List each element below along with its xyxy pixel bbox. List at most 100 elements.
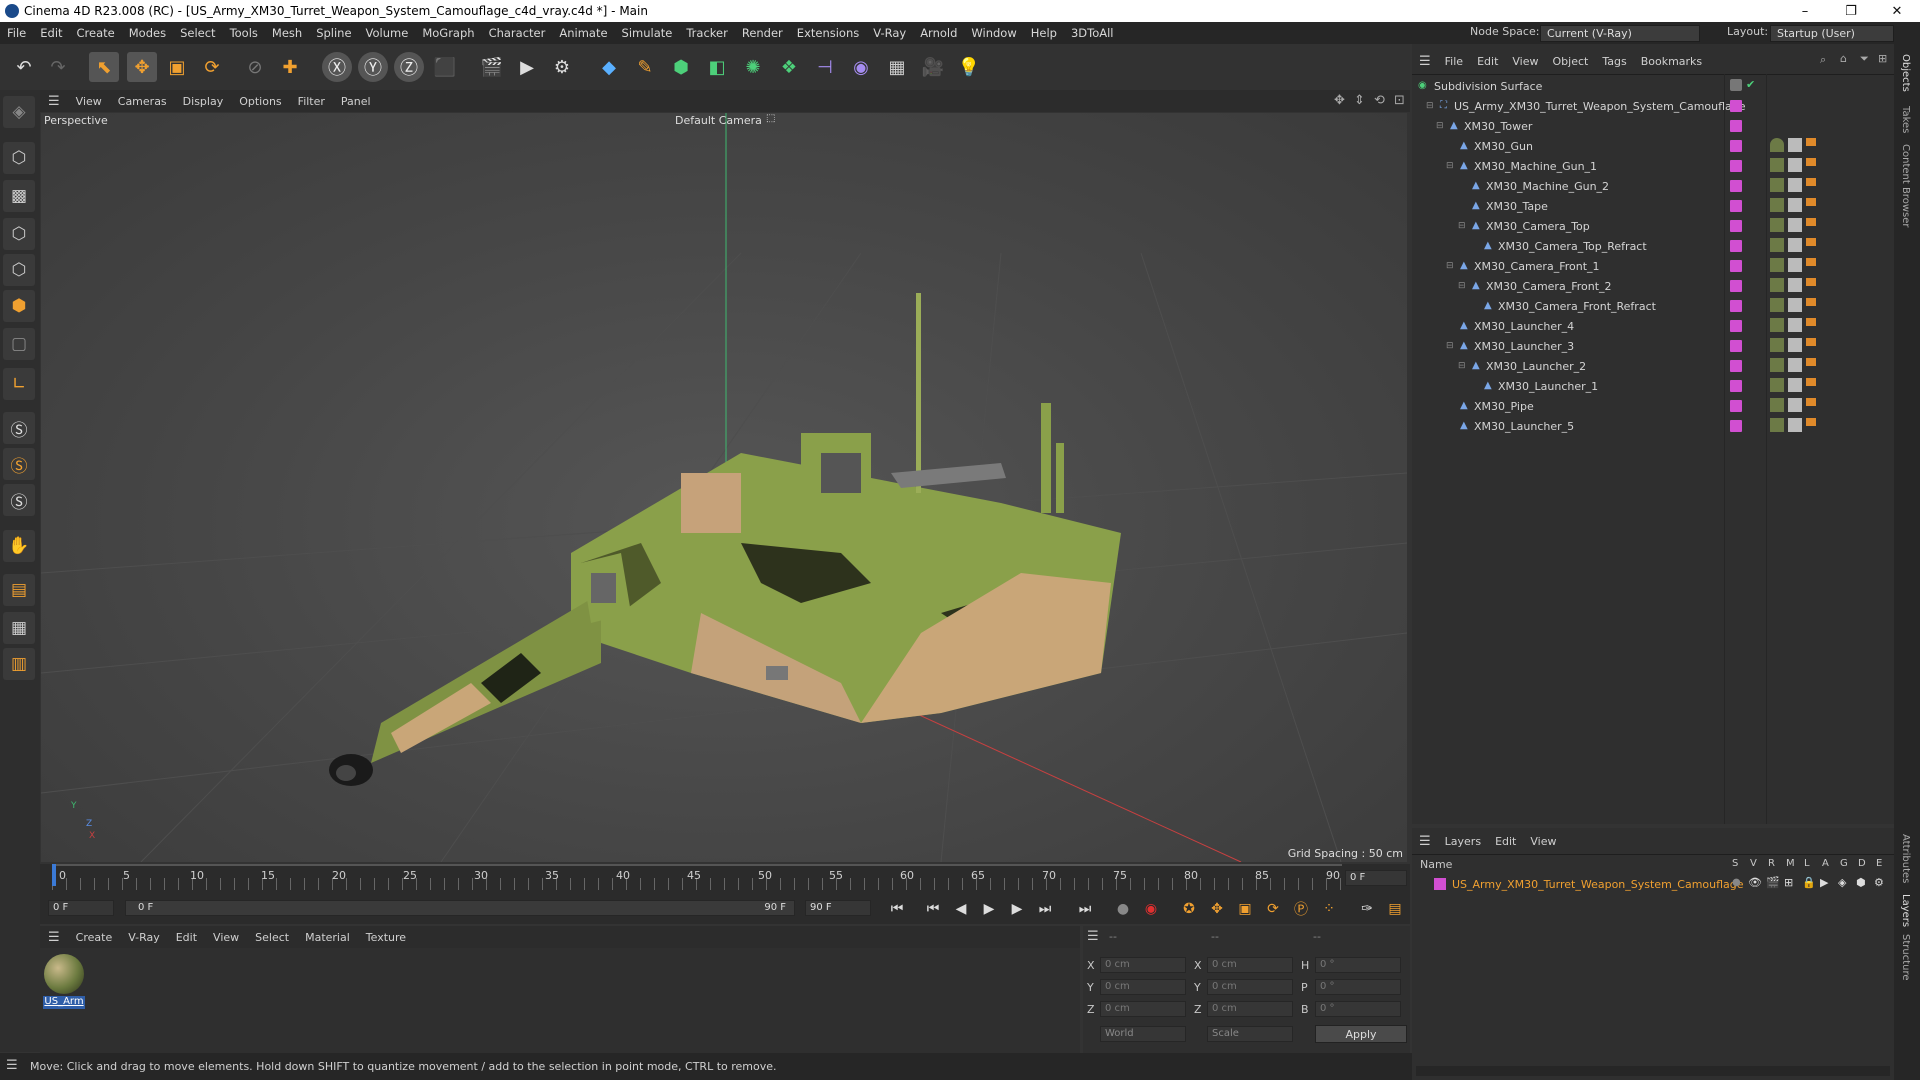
- uv-mode-icon[interactable]: ▢: [3, 328, 35, 360]
- cloner-icon[interactable]: ✺: [738, 52, 768, 82]
- tweak-icon[interactable]: ✋: [3, 530, 35, 562]
- material-thumbnail[interactable]: US_Arm: [43, 954, 85, 1010]
- close-button[interactable]: ✕: [1874, 0, 1920, 22]
- y-axis-icon[interactable]: Ⓨ: [358, 52, 388, 82]
- texture-mode-icon[interactable]: ▩: [3, 180, 35, 212]
- next-key-icon[interactable]: ⏭: [1034, 898, 1056, 920]
- layer-swatch[interactable]: [1730, 400, 1742, 412]
- menu-animate[interactable]: Animate: [552, 26, 614, 40]
- play-icon[interactable]: ▶: [978, 898, 1000, 920]
- layer-swatch[interactable]: [1730, 120, 1742, 132]
- layer-name[interactable]: US_Army_XM30_Turret_Weapon_System_Camouf…: [1452, 878, 1744, 891]
- layer-swatch[interactable]: [1730, 140, 1742, 152]
- object-menu-object[interactable]: Object: [1546, 55, 1596, 68]
- snap-icon[interactable]: Ⓢ: [3, 412, 35, 444]
- material-menu-create[interactable]: Create: [68, 931, 121, 944]
- redo-icon[interactable]: ↷: [43, 52, 73, 82]
- point-mode-icon[interactable]: ⬡: [3, 218, 35, 250]
- menu-modes[interactable]: Modes: [122, 26, 173, 40]
- coord-input-sy[interactable]: 0 cm: [1207, 979, 1293, 995]
- layer-expressions-icon[interactable]: ⚙: [1874, 876, 1884, 889]
- layer-horizontal-scrollbar[interactable]: [1416, 1066, 1890, 1076]
- record-keys-icon[interactable]: ●: [1112, 898, 1134, 920]
- material-menu-select[interactable]: Select: [247, 931, 297, 944]
- select-tool-icon[interactable]: ⬉: [89, 52, 119, 82]
- coord-input-h[interactable]: 0 °: [1315, 957, 1401, 973]
- layer-swatch[interactable]: [1730, 320, 1742, 332]
- key-pla-icon[interactable]: ⁘: [1318, 898, 1340, 920]
- menu-render[interactable]: Render: [735, 26, 790, 40]
- playhead-marker[interactable]: [52, 864, 56, 886]
- undo-icon[interactable]: ↶: [9, 52, 39, 82]
- material-hamburger-icon[interactable]: ☰: [40, 930, 68, 945]
- menu-window[interactable]: Window: [964, 26, 1023, 40]
- workplane-icon[interactable]: ▤: [3, 574, 35, 606]
- layer-animation-icon[interactable]: ▶: [1820, 876, 1828, 889]
- menu-mograph[interactable]: MoGraph: [415, 26, 481, 40]
- next-frame-icon[interactable]: ▶: [1006, 898, 1028, 920]
- polygon-mode-icon[interactable]: ⬢: [3, 290, 35, 322]
- apply-button[interactable]: Apply: [1315, 1025, 1407, 1043]
- layer-swatch[interactable]: [1730, 220, 1742, 232]
- coord-type-dropdown[interactable]: Scale: [1207, 1026, 1293, 1042]
- object-menu-tags[interactable]: Tags: [1595, 55, 1633, 68]
- coord-input-px[interactable]: 0 cm: [1100, 957, 1186, 973]
- menu-edit[interactable]: Edit: [33, 26, 69, 40]
- layer-deformers-icon[interactable]: ⬢: [1856, 876, 1866, 889]
- object-row-root[interactable]: ⊟ ⛶ US_Army_XM30_Turret_Weapon_System_Ca…: [1412, 96, 1894, 116]
- coord-input-sz[interactable]: 0 cm: [1207, 1001, 1293, 1017]
- tab-structure[interactable]: Structure: [1900, 934, 1911, 981]
- camera-icon[interactable]: 🎥: [918, 52, 948, 82]
- edge-mode-icon[interactable]: ⬡: [3, 254, 35, 286]
- deformer-icon[interactable]: ⊣: [810, 52, 840, 82]
- coord-input-b[interactable]: 0 °: [1315, 1001, 1401, 1017]
- layer-swatch[interactable]: [1730, 380, 1742, 392]
- layer-swatch[interactable]: [1730, 340, 1742, 352]
- end-frame-field[interactable]: 90 F: [805, 900, 871, 916]
- axis-mode-icon[interactable]: ∟: [3, 368, 35, 400]
- key-rotation-icon[interactable]: ⟳: [1262, 898, 1284, 920]
- layer-menu-view[interactable]: View: [1523, 835, 1563, 848]
- coord-input-p[interactable]: 0 °: [1315, 979, 1401, 995]
- menu-extensions[interactable]: Extensions: [790, 26, 866, 40]
- go-to-end-icon[interactable]: ⏭: [1074, 898, 1096, 920]
- collapse-toggle-icon[interactable]: ⊟: [1458, 281, 1466, 291]
- object-row-tower[interactable]: ⊟ ▲ XM30_Tower: [1412, 116, 1894, 136]
- collapse-toggle-icon[interactable]: ⊟: [1458, 221, 1466, 231]
- material-menu-texture[interactable]: Texture: [358, 931, 414, 944]
- object-menu-file[interactable]: File: [1438, 55, 1470, 68]
- timeline-icon[interactable]: ▤: [1384, 898, 1406, 920]
- viewport-menu-display[interactable]: Display: [175, 95, 232, 108]
- viewport-rotate-icon[interactable]: ⟲: [1374, 93, 1385, 108]
- coord-input-pz[interactable]: 0 cm: [1100, 1001, 1186, 1017]
- pen-spline-icon[interactable]: ✎: [630, 52, 660, 82]
- coord-mode-dropdown[interactable]: World: [1100, 1026, 1186, 1042]
- layer-swatch[interactable]: [1730, 280, 1742, 292]
- viewport-menu-view[interactable]: View: [68, 95, 110, 108]
- viewport-scene[interactable]: [41, 113, 1407, 862]
- collapse-toggle-icon[interactable]: ⊟: [1446, 341, 1454, 351]
- layer-swatch[interactable]: [1730, 260, 1742, 272]
- object-row-subdivision-surface[interactable]: ◉ Subdivision Surface ✔: [1412, 76, 1894, 96]
- material-menu-edit[interactable]: Edit: [168, 931, 205, 944]
- layer-swatch[interactable]: [1730, 240, 1742, 252]
- rotate-tool-icon[interactable]: ⟳: [197, 52, 227, 82]
- layout-dropdown[interactable]: Startup (User): [1770, 25, 1894, 42]
- layer-color-swatch[interactable]: [1434, 878, 1446, 890]
- viewport-menu-filter[interactable]: Filter: [290, 95, 333, 108]
- layer-swatch[interactable]: [1730, 420, 1742, 432]
- layer-swatch[interactable]: [1730, 200, 1742, 212]
- menu-mesh[interactable]: Mesh: [265, 26, 309, 40]
- layer-generators-icon[interactable]: ◈: [1838, 876, 1846, 889]
- recent-tool-icon[interactable]: ⊘: [240, 52, 270, 82]
- layer-swatch[interactable]: [1730, 180, 1742, 192]
- floor-icon[interactable]: ▦: [882, 52, 912, 82]
- z-axis-icon[interactable]: Ⓩ: [394, 52, 424, 82]
- collapse-toggle-icon[interactable]: ⊟: [1458, 361, 1466, 371]
- coord-input-sx[interactable]: 0 cm: [1207, 957, 1293, 973]
- go-to-start-icon[interactable]: ⏮: [886, 898, 908, 920]
- collapse-toggle-icon[interactable]: ⊟: [1446, 161, 1454, 171]
- menu-spline[interactable]: Spline: [309, 26, 358, 40]
- node-space-dropdown[interactable]: Current (V-Ray): [1540, 25, 1700, 42]
- collapse-toggle-icon[interactable]: ⊟: [1446, 261, 1454, 271]
